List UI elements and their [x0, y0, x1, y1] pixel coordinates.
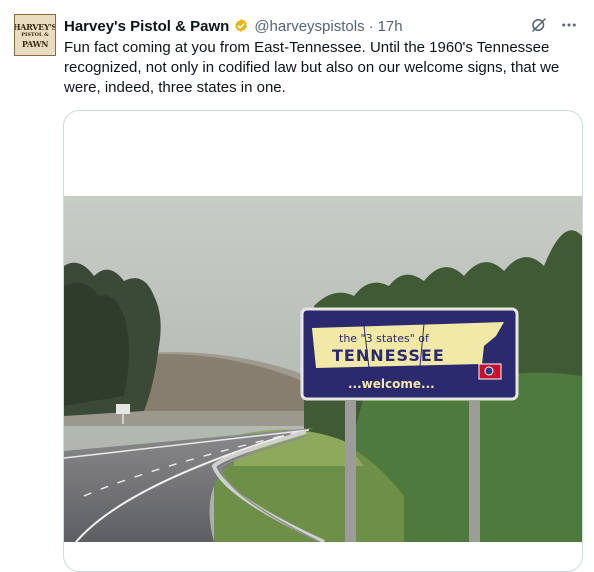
grok-icon[interactable] — [530, 16, 548, 34]
tennessee-welcome-sign-photo[interactable]: the "3 states" of TENNESSEE ...welcome..… — [64, 196, 582, 542]
sign-welcome-text: ...welcome... — [348, 377, 435, 391]
handle[interactable]: @harveyspistols — [254, 18, 364, 35]
avatar-logo-line-1: HARVEY'S — [14, 21, 56, 32]
avatar-logo-line-3: PAWN — [21, 38, 49, 49]
display-name[interactable]: Harvey's Pistol & Pawn — [64, 18, 229, 35]
sign-state-name: TENNESSEE — [332, 346, 445, 365]
avatar-logo-line-2: PISTOL & — [21, 31, 49, 38]
separator-dot: · — [368, 17, 374, 35]
header-actions — [530, 16, 578, 34]
tweet: HARVEY'S PISTOL & PAWN Harvey's Pistol &… — [0, 0, 594, 572]
sign-top-text: the "3 states" of — [339, 332, 430, 345]
more-icon[interactable] — [560, 16, 578, 34]
media-card[interactable]: the "3 states" of TENNESSEE ...welcome..… — [63, 110, 583, 572]
tweet-header: Harvey's Pistol & Pawn @harveyspistols ·… — [64, 16, 578, 36]
timestamp[interactable]: 17h — [378, 18, 403, 35]
avatar[interactable]: HARVEY'S PISTOL & PAWN — [14, 14, 56, 56]
verified-badge-icon — [233, 18, 249, 34]
tweet-text: Fun fact coming at you from East-Tenness… — [64, 39, 560, 96]
